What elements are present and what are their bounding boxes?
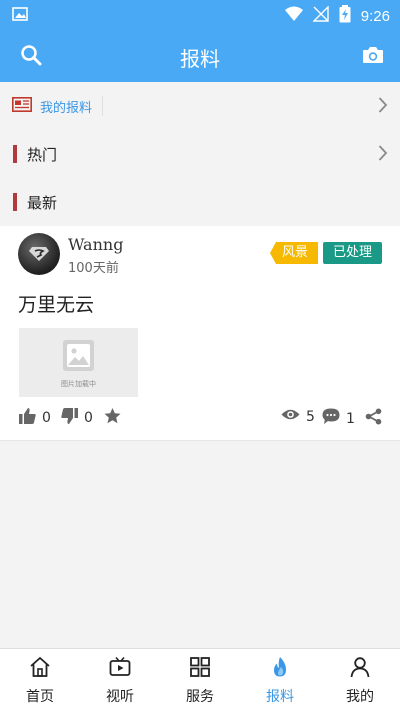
report-icon [12, 96, 32, 116]
favorite-button[interactable] [104, 408, 121, 428]
nav-report[interactable]: 报料 [240, 649, 320, 711]
grid-icon [189, 656, 211, 682]
latest-label: 最新 [27, 193, 58, 212]
avatar[interactable] [18, 233, 60, 275]
nav-profile[interactable]: 我的 [320, 649, 400, 711]
camera-icon [362, 46, 384, 68]
comment-count: 1 [346, 410, 355, 427]
image-placeholder-icon [63, 340, 94, 375]
post-time: 100天前 [68, 261, 119, 276]
clock-time: 9:26 [360, 7, 390, 25]
star-icon [104, 408, 121, 428]
share-icon [365, 408, 382, 429]
nav-profile-label: 我的 [346, 689, 374, 705]
comment-button[interactable]: 1 [322, 408, 355, 429]
latest-section-header: 最新 [0, 178, 400, 226]
share-button[interactable] [365, 408, 382, 429]
views-counter: 5 [281, 408, 315, 425]
like-button[interactable]: 0 [19, 408, 51, 428]
my-reports-row[interactable]: 我的报料 [0, 82, 400, 130]
page-title: 报料 [180, 47, 220, 71]
nav-audiovisual[interactable]: 视听 [80, 649, 160, 711]
category-tag: 风景 [270, 242, 319, 264]
nav-audiovisual-label: 视听 [106, 689, 134, 705]
post-card[interactable]: Wanng 100天前 风景 已处理 万里无云 图片加载中 0 0 5 1 [0, 226, 400, 441]
nav-home[interactable]: 首页 [0, 649, 80, 711]
nav-services[interactable]: 服务 [160, 649, 240, 711]
home-icon [29, 656, 51, 682]
nav-report-label: 报料 [266, 689, 294, 705]
camera-button[interactable] [360, 44, 386, 70]
gallery-notification-icon [12, 6, 28, 25]
no-signal-icon [312, 5, 329, 26]
nav-home-label: 首页 [26, 689, 54, 705]
hot-label: 热门 [27, 145, 58, 164]
section-marker [13, 145, 17, 163]
bottom-nav: 首页 视听 服务 报料 我的 [0, 648, 400, 711]
thumbs-up-icon [19, 408, 36, 428]
comment-icon [322, 408, 340, 429]
dislike-count: 0 [84, 410, 93, 426]
post-image[interactable]: 图片加载中 [19, 328, 138, 397]
eye-icon [281, 408, 300, 425]
username[interactable]: Wanng [68, 235, 123, 254]
status-bar: 9:26 [0, 0, 400, 30]
battery-charging-icon [339, 5, 351, 27]
wifi-icon [284, 6, 303, 26]
app-bar: 报料 [0, 30, 400, 82]
person-icon [349, 656, 371, 682]
nav-services-label: 服务 [186, 689, 214, 705]
hot-section-row[interactable]: 热门 [0, 130, 400, 178]
status-badge: 已处理 [323, 242, 383, 264]
dislike-button[interactable]: 0 [61, 408, 93, 428]
flame-icon [269, 656, 291, 682]
tv-icon [109, 656, 131, 682]
chevron-right-icon [378, 144, 388, 166]
view-count: 5 [306, 408, 315, 425]
thumbs-down-icon [61, 408, 78, 428]
my-reports-label: 我的报料 [40, 100, 93, 116]
divider [102, 96, 103, 116]
post-title[interactable]: 万里无云 [18, 290, 94, 317]
chevron-right-icon [378, 96, 388, 118]
image-loading-text: 图片加载中 [61, 380, 96, 388]
section-marker [13, 193, 17, 211]
post-actions: 0 0 5 1 [0, 408, 400, 432]
like-count: 0 [42, 410, 51, 426]
